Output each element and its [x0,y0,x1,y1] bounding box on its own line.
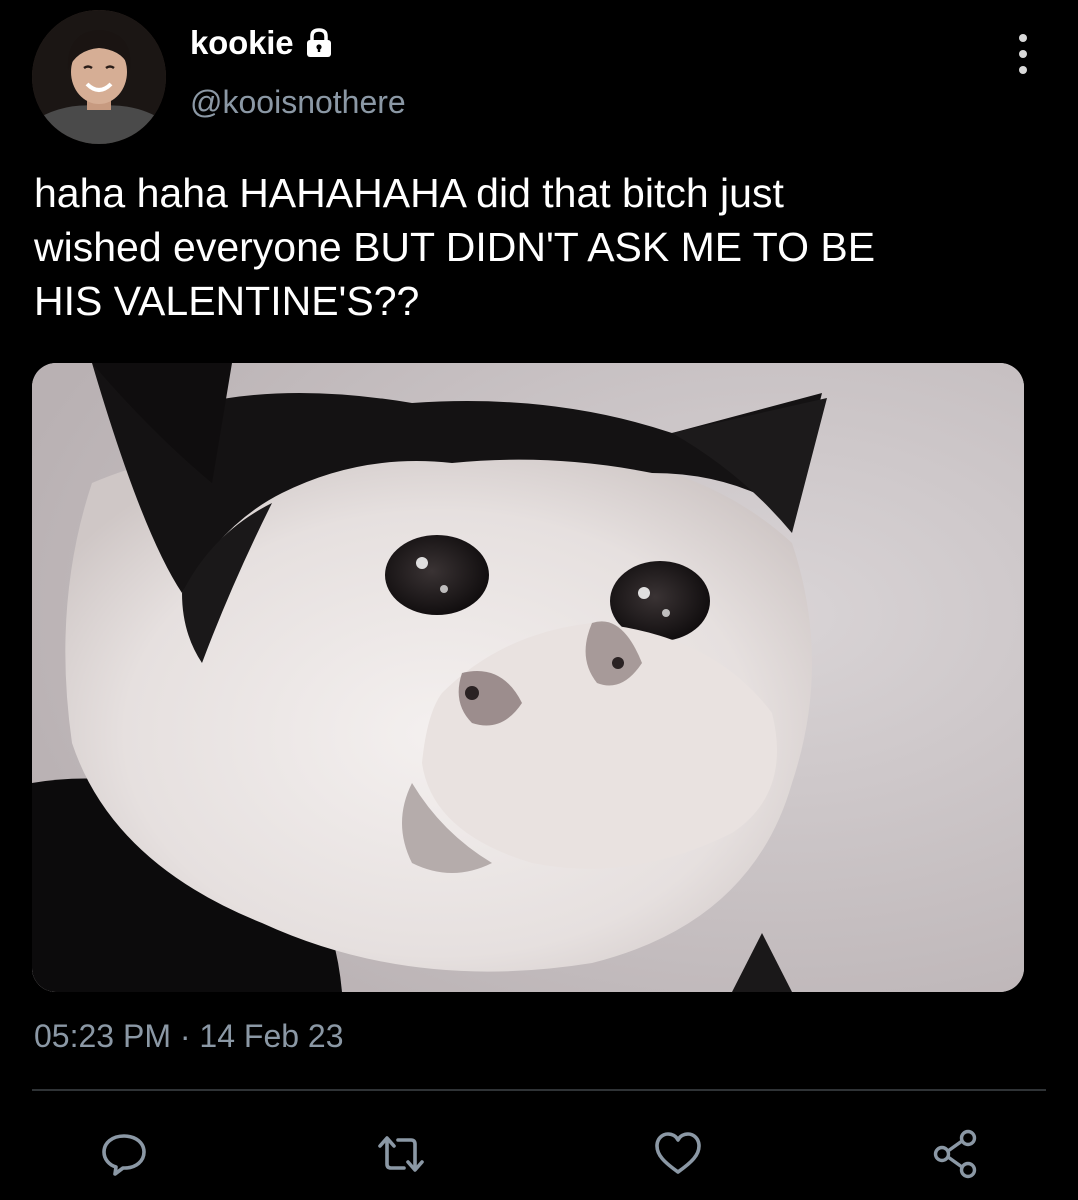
user-handle[interactable]: @kooisnothere [190,84,406,121]
reply-button[interactable] [98,1128,150,1180]
more-options-button[interactable] [1006,34,1040,74]
more-dot-icon [1019,34,1027,42]
divider [32,1089,1046,1091]
tweet-media-image[interactable] [32,363,1024,992]
tweet: kookie @kooisnothere haha haha HAHAHAHA … [0,0,1078,1200]
share-button[interactable] [930,1128,982,1180]
retweet-icon [378,1136,424,1172]
tweet-time: 05:23 PM [34,1018,171,1054]
timestamp-separator: · [179,1018,191,1054]
avatar[interactable] [32,10,166,144]
user-name-row: kookie [190,24,337,62]
display-name[interactable]: kookie [190,24,294,62]
share-icon [933,1129,977,1179]
lock-icon [301,25,337,61]
more-dot-icon [1019,66,1027,74]
tweet-text: haha haha HAHAHAHA did that bitch just w… [34,170,876,324]
tweet-date: 14 Feb 23 [199,1018,344,1054]
reply-icon [102,1134,146,1176]
more-dot-icon [1019,50,1027,58]
like-button[interactable] [652,1128,704,1180]
heart-icon [655,1132,701,1174]
retweet-button[interactable] [375,1128,427,1180]
tweet-timestamp[interactable]: 05:23 PM · 14 Feb 23 [34,1018,344,1055]
